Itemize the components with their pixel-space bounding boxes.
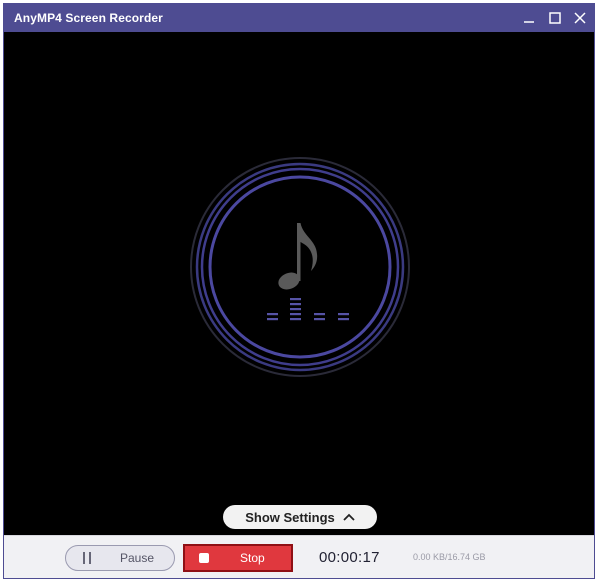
minimize-button[interactable] [516, 4, 542, 32]
pause-label: Pause [120, 551, 155, 565]
window-title: AnyMP4 Screen Recorder [14, 11, 163, 25]
pause-icon [82, 552, 92, 564]
close-icon [574, 12, 586, 24]
maximize-button[interactable] [542, 4, 568, 32]
recording-toolbar: Pause Stop 00:00:17 0.00 KB/16.74 GB [4, 535, 594, 578]
close-button[interactable] [567, 4, 593, 32]
show-settings-button[interactable]: Show Settings [223, 505, 377, 529]
show-settings-label: Show Settings [245, 509, 335, 525]
pause-button[interactable]: Pause [65, 545, 175, 571]
stop-button[interactable]: Stop [183, 544, 293, 572]
equalizer-icon [267, 298, 349, 321]
maximize-icon [549, 12, 561, 24]
storage-usage: 0.00 KB/16.74 GB [413, 552, 486, 562]
stop-label: Stop [240, 551, 265, 565]
stop-icon [199, 553, 209, 563]
chevron-up-icon [343, 513, 355, 521]
recording-stage: Show Settings [4, 32, 594, 535]
audio-visualizer [190, 157, 410, 377]
minimize-icon [524, 21, 534, 23]
music-note-icon [278, 223, 318, 290]
app-window: AnyMP4 Screen Recorder Show Settings Pau… [3, 3, 595, 579]
elapsed-timer: 00:00:17 [319, 549, 380, 566]
title-bar: AnyMP4 Screen Recorder [4, 4, 594, 32]
